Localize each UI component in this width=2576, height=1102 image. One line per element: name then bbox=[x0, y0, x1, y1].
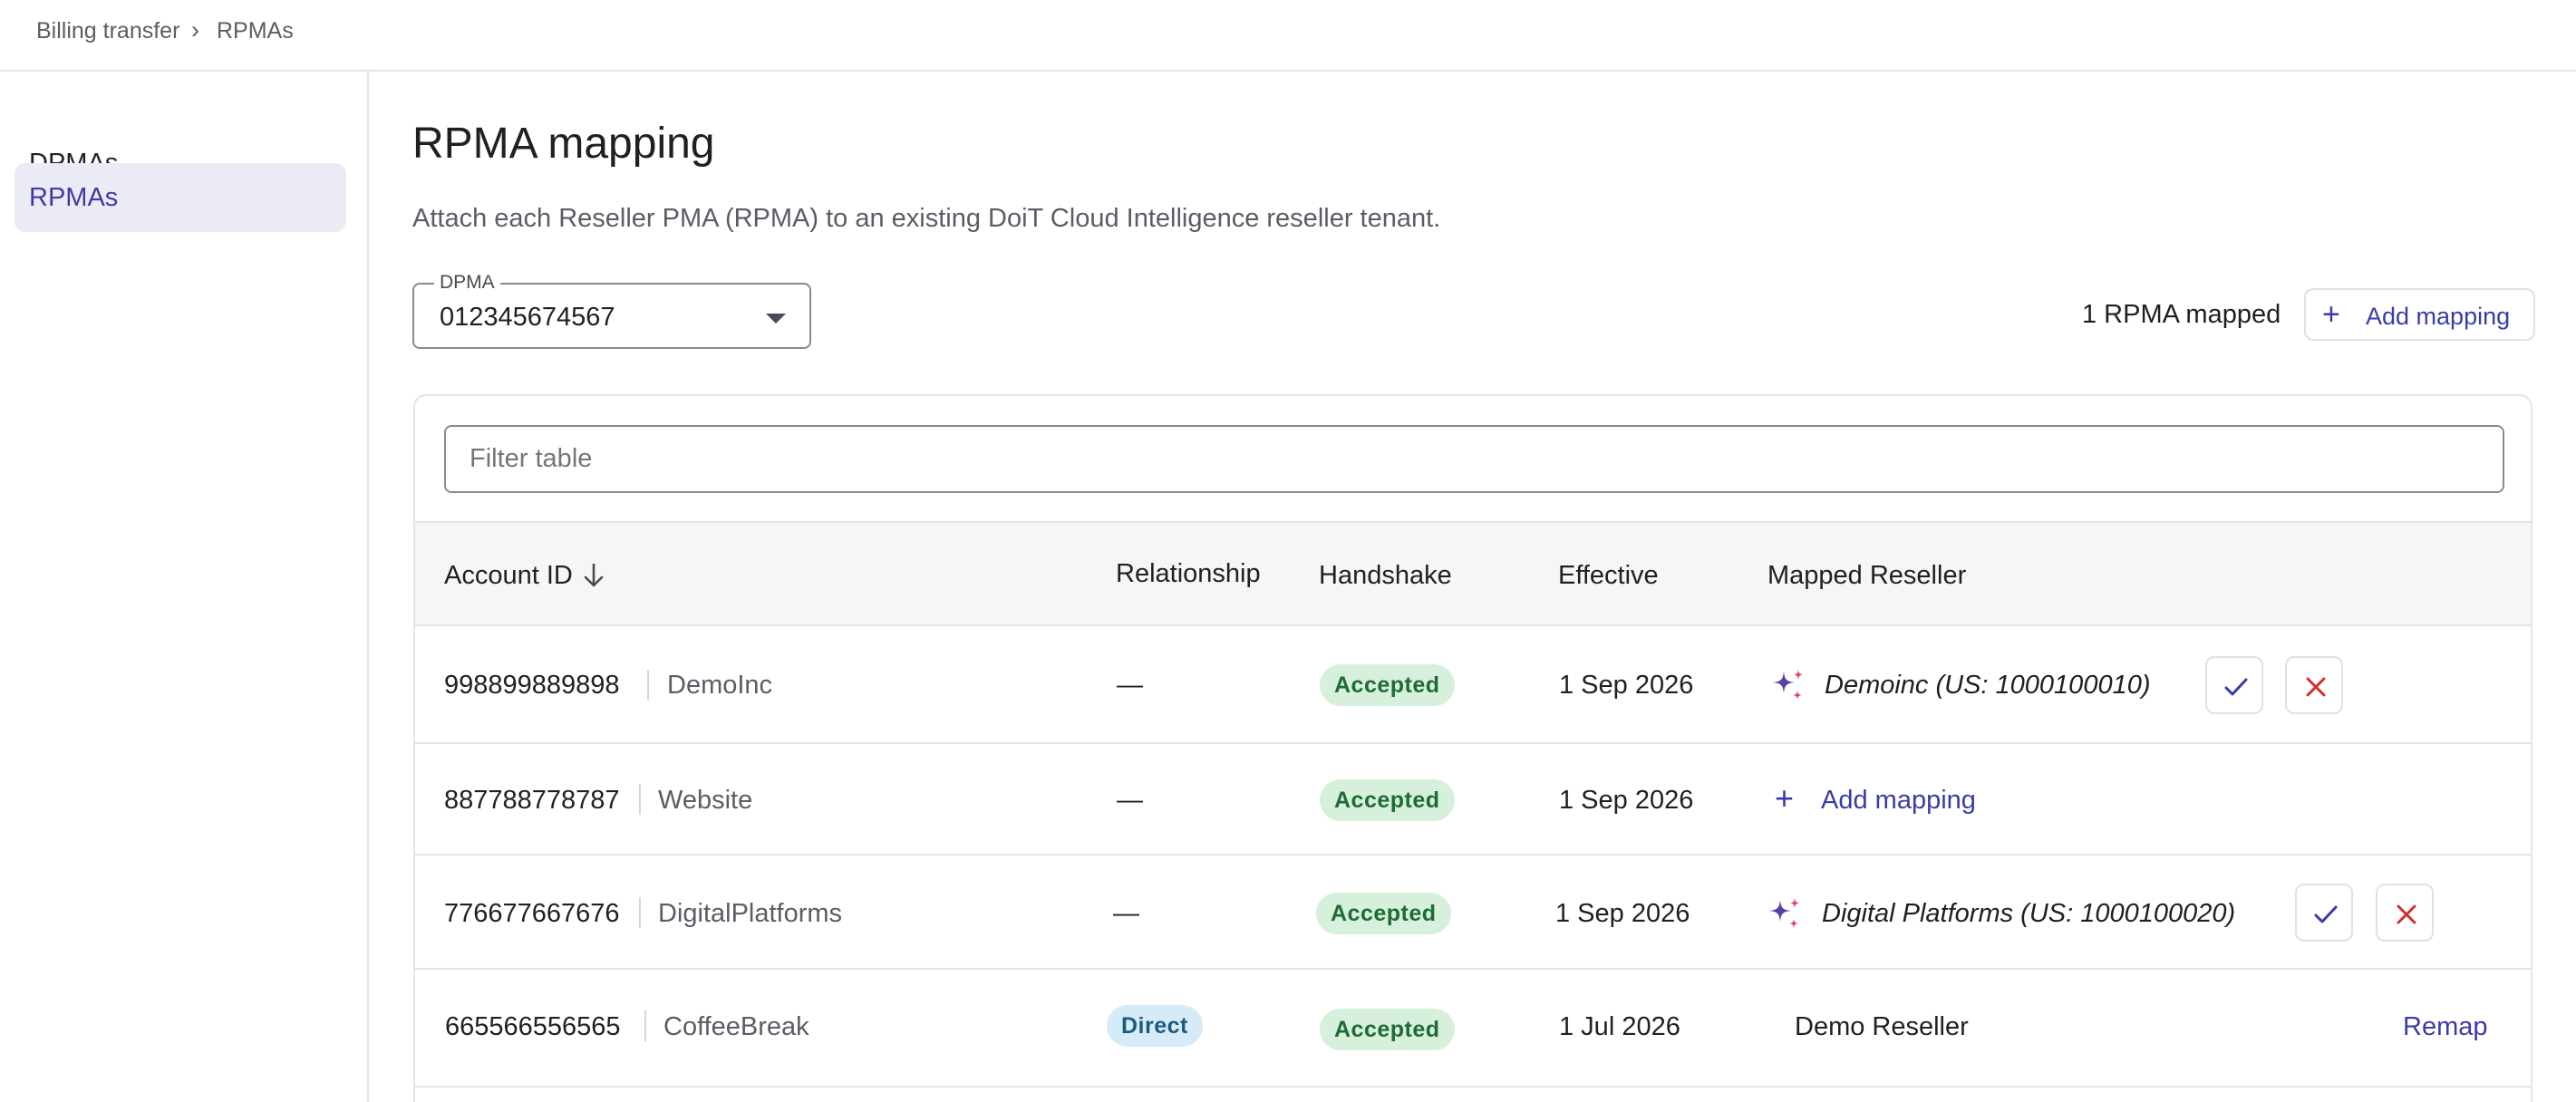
account-id: 776677667676 bbox=[444, 899, 620, 928]
confirm-mapping-button[interactable] bbox=[2205, 656, 2263, 714]
page-title: RPMA mapping bbox=[412, 120, 715, 168]
mapped-count: 1 RPMA mapped bbox=[2082, 300, 2281, 329]
divider bbox=[647, 670, 649, 701]
close-icon bbox=[2397, 904, 2416, 924]
table-row: 776677667676 DigitalPlatforms — Accepted… bbox=[415, 856, 2531, 970]
column-handshake[interactable]: Handshake bbox=[1319, 561, 1452, 591]
add-mapping-link[interactable]: Add mapping bbox=[1821, 786, 1976, 816]
arrow-down-icon[interactable] bbox=[583, 562, 605, 589]
status-badge: Accepted bbox=[1320, 1009, 1455, 1050]
mapped-reseller: Demoinc (US: 1000100010) bbox=[1825, 671, 2151, 700]
page-subtitle: Attach each Reseller PMA (RPMA) to an ex… bbox=[412, 204, 1441, 233]
account-id: 665566556565 bbox=[445, 1012, 621, 1041]
status-badge: Accepted bbox=[1320, 664, 1455, 706]
sidebar-item-rpmas[interactable]: RPMAs bbox=[15, 163, 346, 232]
divider bbox=[639, 897, 641, 928]
account-id: 887788778787 bbox=[444, 786, 620, 815]
breadcrumb-current: RPMAs bbox=[217, 18, 294, 44]
column-account-id[interactable]: Account ID bbox=[444, 561, 573, 591]
mapping-table-card: Account ID Relationship Handshake Effect… bbox=[413, 394, 2532, 1102]
main-content: RPMA mapping Attach each Reseller PMA (R… bbox=[371, 72, 2576, 1102]
account-id: 998899889898 bbox=[444, 671, 620, 700]
add-mapping-button[interactable]: + Add mapping bbox=[2304, 288, 2535, 341]
relationship-value: — bbox=[1113, 899, 1139, 928]
check-icon bbox=[2224, 678, 2248, 696]
add-mapping-label: Add mapping bbox=[2366, 303, 2511, 330]
table-row: 887788778787 Website — Accepted 1 Sep 20… bbox=[415, 744, 2531, 856]
column-effective[interactable]: Effective bbox=[1558, 561, 1659, 591]
breadcrumb-billing-transfer[interactable]: Billing transfer bbox=[36, 18, 179, 44]
column-relationship[interactable]: Relationship bbox=[1116, 559, 1261, 589]
plus-icon: + bbox=[2322, 297, 2340, 332]
reject-mapping-button[interactable] bbox=[2285, 656, 2343, 714]
check-icon bbox=[2314, 905, 2338, 923]
divider bbox=[644, 1010, 646, 1041]
effective-date: 1 Jul 2026 bbox=[1559, 1012, 1680, 1041]
sparkle-icon bbox=[1769, 898, 1799, 928]
status-badge: Accepted bbox=[1316, 893, 1451, 934]
status-badge: Accepted bbox=[1320, 779, 1455, 821]
chevron-right-icon: › bbox=[191, 16, 199, 44]
mapped-reseller: Demo Reseller bbox=[1795, 1012, 1969, 1041]
effective-date: 1 Sep 2026 bbox=[1559, 786, 1694, 815]
confirm-mapping-button[interactable] bbox=[2295, 884, 2353, 942]
account-name: CoffeeBreak bbox=[663, 1012, 809, 1041]
dpma-select-value: 012345674567 bbox=[440, 303, 615, 332]
account-name: DigitalPlatforms bbox=[658, 899, 843, 928]
plus-icon: + bbox=[1775, 779, 1795, 817]
dpma-select-label: DPMA bbox=[434, 272, 500, 294]
table-row: 998899889898 DemoInc — Accepted 1 Sep 20… bbox=[415, 626, 2531, 744]
dpma-select[interactable]: DPMA 012345674567 bbox=[412, 272, 811, 349]
account-name: DemoInc bbox=[667, 671, 773, 700]
account-name: Website bbox=[658, 786, 753, 815]
reject-mapping-button[interactable] bbox=[2376, 884, 2434, 942]
column-mapped-reseller[interactable]: Mapped Reseller bbox=[1767, 561, 1966, 591]
relationship-value: — bbox=[1117, 671, 1143, 700]
divider bbox=[639, 784, 641, 815]
sidebar: DPMAs RPMAs bbox=[0, 72, 369, 1102]
table-row: 665566556565 CoffeeBreak Direct Accepted… bbox=[415, 970, 2531, 1088]
remap-link[interactable]: Remap bbox=[2403, 1012, 2488, 1042]
sparkle-icon bbox=[1773, 670, 1803, 700]
close-icon bbox=[2306, 677, 2326, 697]
filter-table-input[interactable] bbox=[444, 425, 2504, 493]
table-header: Account ID Relationship Handshake Effect… bbox=[415, 521, 2531, 626]
relationship-value: — bbox=[1117, 786, 1143, 815]
relationship-badge: Direct bbox=[1107, 1005, 1203, 1047]
top-bar: Billing transfer › RPMAs bbox=[0, 0, 2576, 72]
mapped-reseller: Digital Platforms (US: 1000100020) bbox=[1822, 899, 2236, 928]
effective-date: 1 Sep 2026 bbox=[1555, 899, 1690, 928]
caret-down-icon bbox=[766, 314, 786, 324]
effective-date: 1 Sep 2026 bbox=[1559, 671, 1694, 700]
